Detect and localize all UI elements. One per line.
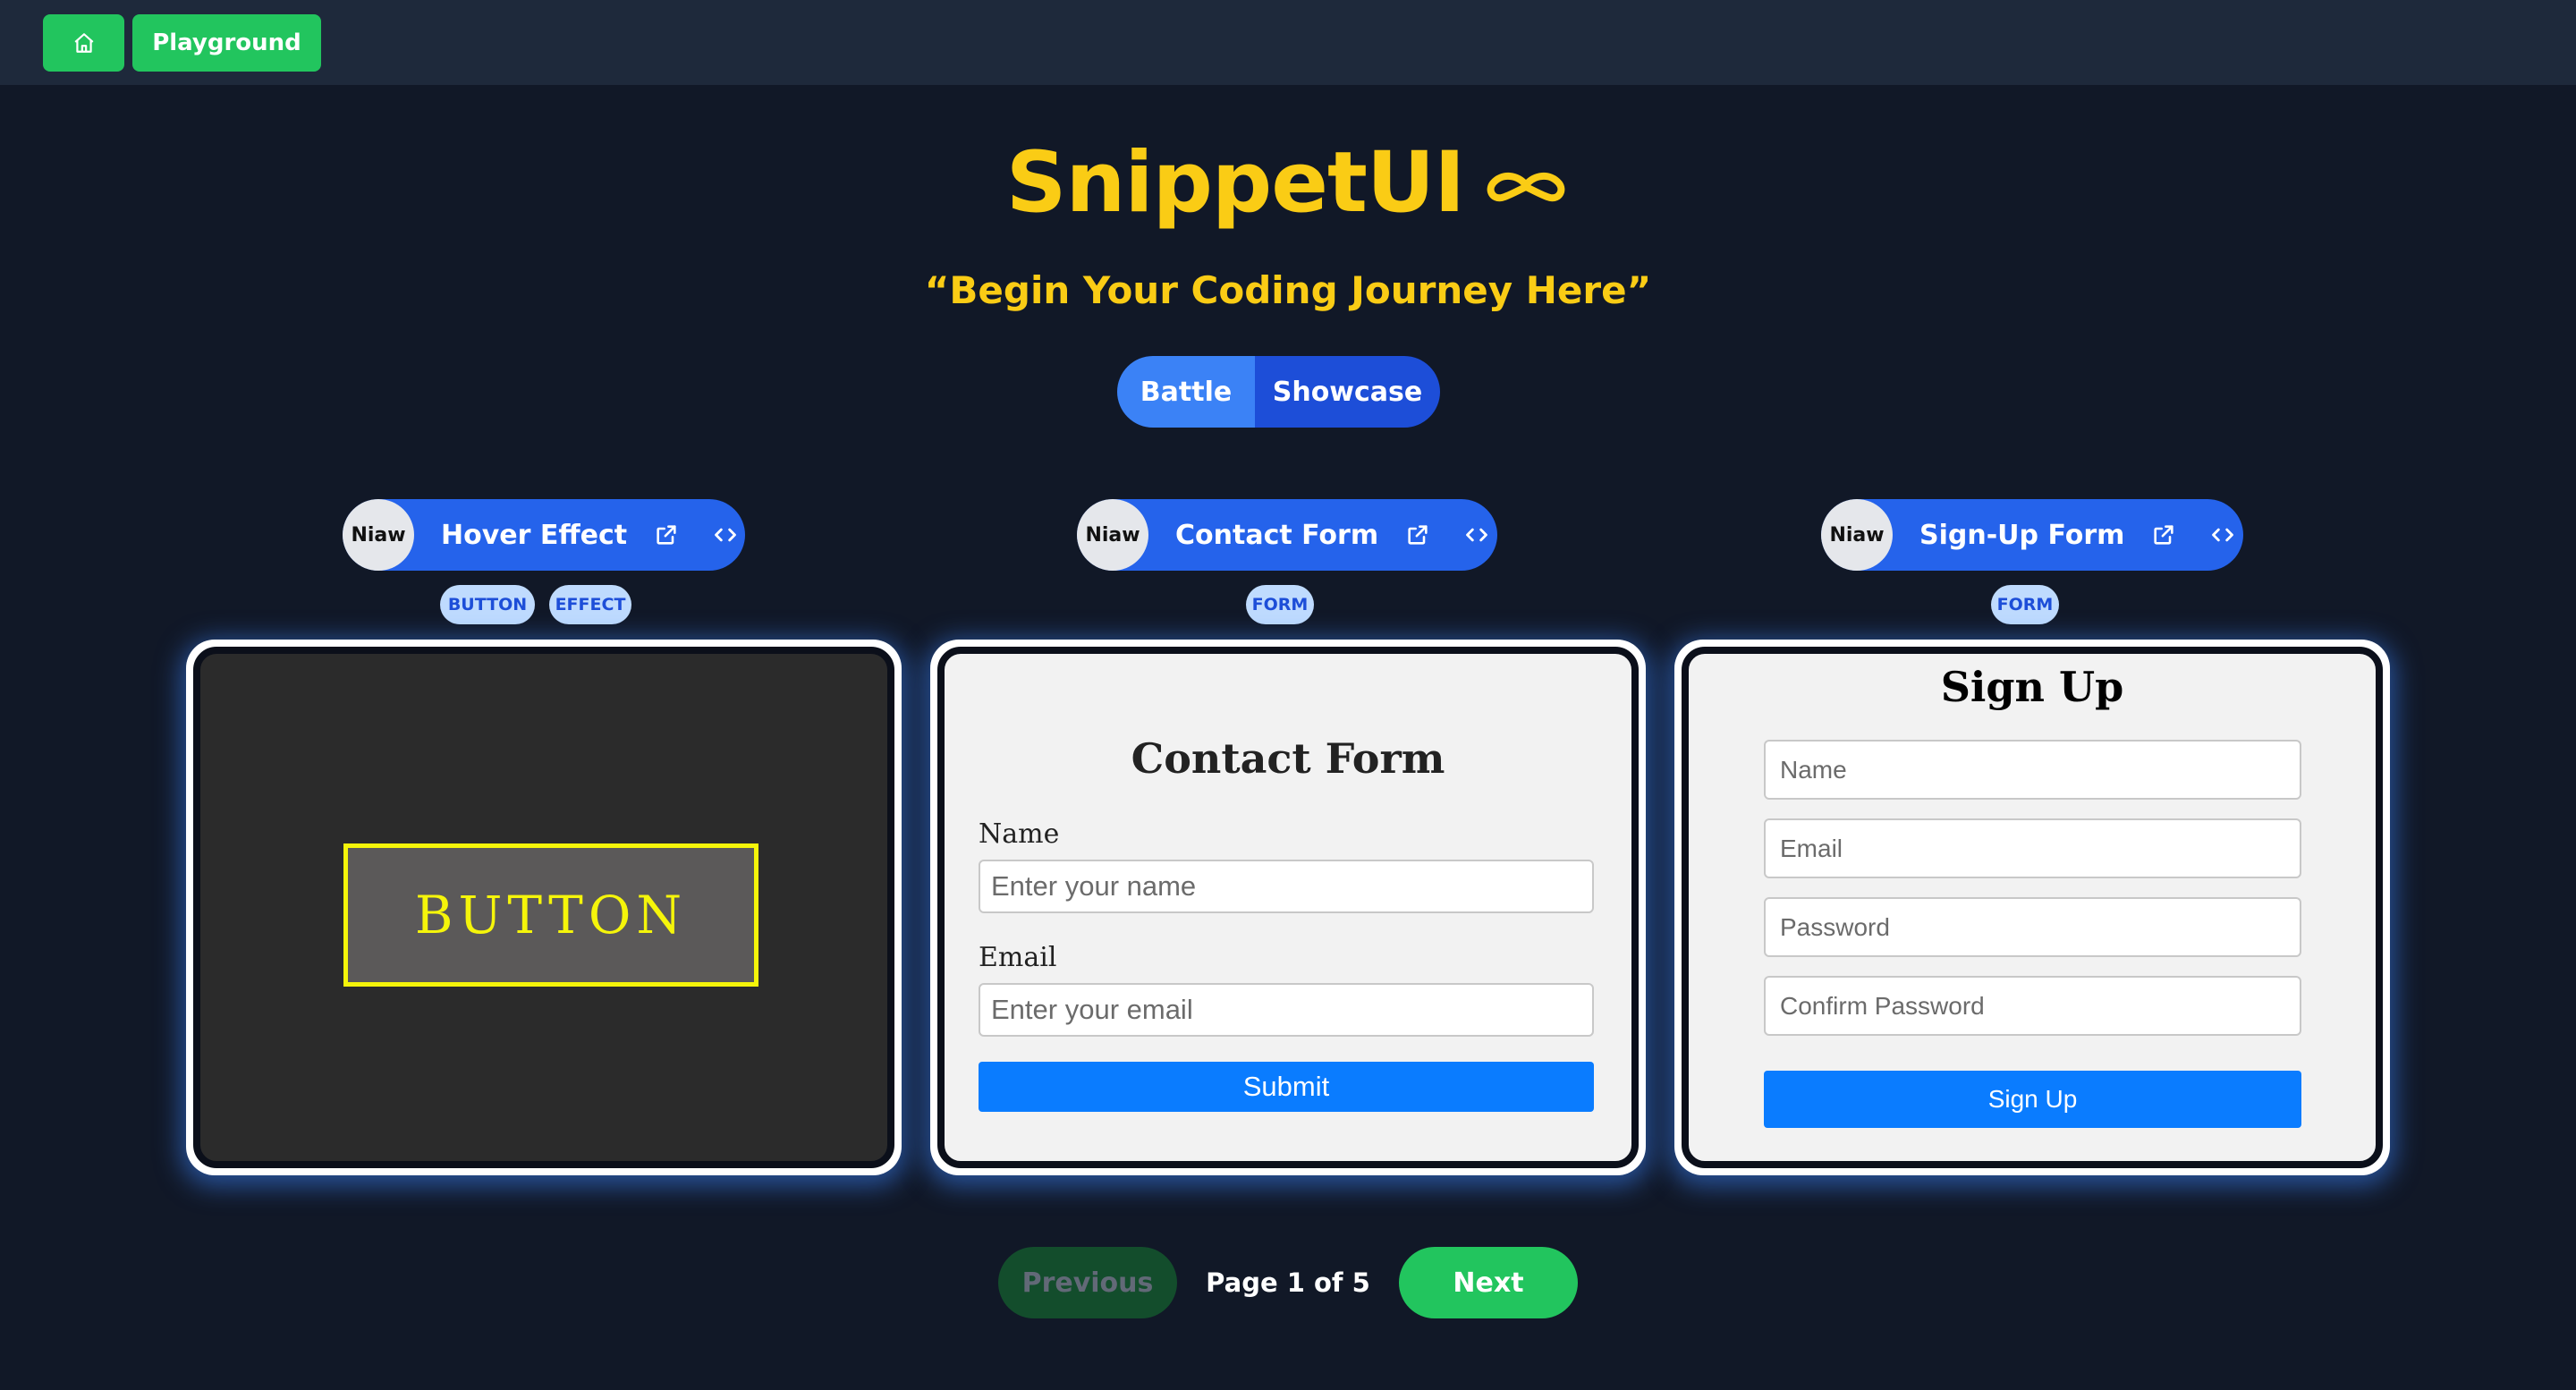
form-heading: Contact Form [1131, 734, 1445, 783]
name-input[interactable]: Name [1764, 740, 2301, 800]
home-icon [72, 31, 96, 55]
password-input[interactable]: Password [1764, 897, 2301, 957]
email-input[interactable]: Enter your email [979, 983, 1594, 1037]
page-title: SnippetUI [0, 134, 2576, 232]
author-avatar[interactable]: Niaw [343, 499, 414, 571]
sign-up-button[interactable]: Sign Up [1764, 1071, 2301, 1128]
top-navbar: Playground [0, 0, 2576, 85]
external-link-icon[interactable] [2151, 522, 2176, 547]
previous-button[interactable]: Previous [998, 1247, 1177, 1318]
form-heading: Sign Up [1940, 663, 2124, 711]
email-label: Email [979, 942, 1057, 973]
snippet-header-contact-form: Niaw Contact Form [1077, 499, 1497, 571]
tag-button: BUTTON [440, 585, 535, 624]
snippet-header-hover-effect: Niaw Hover Effect [343, 499, 745, 571]
app-name: SnippetUI [1005, 134, 1465, 232]
tag-form: FORM [1246, 585, 1314, 624]
snippet-header-sign-up-form: Niaw Sign-Up Form [1821, 499, 2243, 571]
tag-effect: EFFECT [549, 585, 631, 624]
tagline: “Begin Your Coding Journey Here” [924, 268, 1652, 312]
mode-toggle: Battle Showcase [1117, 356, 1440, 428]
snippet-preview: BUTTON [193, 647, 894, 1168]
mustache-icon [1464, 158, 1570, 208]
snippet-card-sign-up-form[interactable]: Sign Up Name Email Password Confirm Pass… [1674, 640, 2390, 1175]
snippet-card-hover-effect[interactable]: BUTTON [186, 640, 902, 1175]
page-indicator: Page 1 of 5 [1206, 1267, 1370, 1298]
snippet-preview: Contact Form Name Enter your name Email … [937, 647, 1639, 1168]
name-label: Name [979, 818, 1060, 850]
next-button[interactable]: Next [1399, 1247, 1578, 1318]
home-button[interactable] [43, 14, 124, 72]
external-link-icon[interactable] [654, 522, 679, 547]
confirm-password-input[interactable]: Confirm Password [1764, 976, 2301, 1036]
playground-button[interactable]: Playground [132, 14, 321, 72]
snippet-title[interactable]: Hover Effect [441, 520, 627, 551]
battle-tab[interactable]: Battle [1117, 356, 1255, 428]
external-link-icon[interactable] [1405, 522, 1430, 547]
snippet-preview: Sign Up Name Email Password Confirm Pass… [1682, 647, 2383, 1168]
showcase-tab[interactable]: Showcase [1255, 356, 1440, 428]
author-avatar[interactable]: Niaw [1077, 499, 1148, 571]
email-input[interactable]: Email [1764, 818, 2301, 878]
tag-form: FORM [1991, 585, 2059, 624]
snippet-title[interactable]: Contact Form [1175, 520, 1378, 551]
code-icon[interactable] [713, 522, 738, 547]
snippet-title[interactable]: Sign-Up Form [1919, 520, 2124, 551]
submit-button[interactable]: Submit [979, 1062, 1594, 1112]
demo-hover-button[interactable]: BUTTON [343, 843, 758, 987]
author-avatar[interactable]: Niaw [1821, 499, 1893, 571]
name-input[interactable]: Enter your name [979, 860, 1594, 913]
snippet-card-contact-form[interactable]: Contact Form Name Enter your name Email … [930, 640, 1646, 1175]
code-icon[interactable] [2210, 522, 2235, 547]
code-icon[interactable] [1464, 522, 1489, 547]
